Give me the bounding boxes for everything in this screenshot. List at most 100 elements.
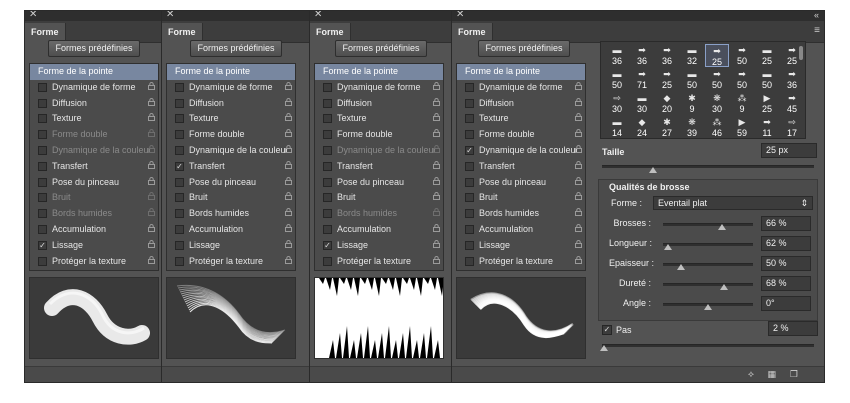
brush-tip[interactable]: ❋ 39 [680,116,704,138]
list-item-checkbox[interactable] [38,224,47,234]
param-slider[interactable] [663,283,753,286]
spacing-slider[interactable] [602,344,814,347]
list-item[interactable]: Dynamique de forme [167,80,295,96]
list-item[interactable]: Lissage [167,238,295,254]
list-item[interactable]: Bords humides [315,206,443,222]
param-slider[interactable] [663,243,753,246]
list-item-checkbox[interactable] [323,256,332,266]
list-item-checkbox[interactable] [175,114,184,124]
param-slider-knob[interactable] [720,284,729,290]
brush-tip[interactable]: ➡ 45 [780,92,804,115]
list-item-checkbox[interactable] [38,209,47,219]
list-item-checkbox[interactable] [38,98,47,108]
list-item[interactable]: Accumulation [167,222,295,238]
list-item-checkbox[interactable] [38,82,47,92]
param-input[interactable]: 62 % [761,236,811,251]
list-item[interactable]: Accumulation [30,222,158,238]
list-item[interactable]: Lissage [457,238,585,254]
brush-tip[interactable]: ➡ 36 [780,68,804,91]
lock-icon[interactable] [433,222,440,238]
list-item[interactable]: Transfert [315,159,443,175]
lock-icon[interactable] [148,238,155,254]
list-item[interactable]: Pose du pinceau [30,175,158,191]
size-input[interactable]: 25 px [761,143,817,158]
lock-icon[interactable] [433,175,440,191]
brush-tip[interactable]: ➡ 11 [755,116,779,138]
shape-select[interactable]: Eventail plat ⇕ [653,196,813,210]
param-slider-knob[interactable] [663,244,672,250]
list-item-brush-tip-shape[interactable]: Forme de la pointe [30,64,158,80]
list-item[interactable]: Dynamique de la couleur [30,143,158,159]
param-input[interactable]: 50 % [761,256,811,271]
brush-tip[interactable]: ➡ 50 [730,68,754,91]
brush-presets-button[interactable]: Formes prédéfinies [478,40,570,57]
brush-tip[interactable]: ▬ 50 [755,68,779,91]
brush-tip[interactable]: ➡ 25 [655,68,679,91]
lock-icon[interactable] [285,206,292,222]
list-item-checkbox[interactable] [175,130,184,140]
list-item-checkbox[interactable] [175,240,184,250]
lock-icon[interactable] [575,206,582,222]
list-item[interactable]: Pose du pinceau [167,175,295,191]
list-item-checkbox[interactable] [175,145,184,155]
list-item-checkbox[interactable]: ✓ [38,240,47,250]
lock-icon[interactable] [433,254,440,270]
list-item[interactable]: Protéger la texture [30,254,158,270]
list-item-checkbox[interactable] [175,209,184,219]
list-item[interactable]: ✓ Transfert [167,159,295,175]
list-item-checkbox[interactable] [38,145,47,155]
list-item[interactable]: Dynamique de forme [315,80,443,96]
brush-tip[interactable]: ▶ 25 [755,92,779,115]
list-item-checkbox[interactable] [175,193,184,203]
list-item-checkbox[interactable] [323,209,332,219]
lock-icon[interactable] [148,190,155,206]
list-item[interactable]: Diffusion [457,96,585,112]
list-item[interactable]: Transfert [30,159,158,175]
list-item[interactable]: Bruit [315,190,443,206]
list-item[interactable]: Dynamique de forme [30,80,158,96]
lock-icon[interactable] [575,190,582,206]
list-item-checkbox[interactable] [38,256,47,266]
lock-icon[interactable] [148,159,155,175]
list-item[interactable]: Accumulation [315,222,443,238]
brush-tip[interactable]: ▶ 59 [730,116,754,138]
lock-icon[interactable] [433,238,440,254]
brush-tip[interactable]: ➡ 71 [630,68,654,91]
lock-icon[interactable] [575,111,582,127]
list-item-checkbox[interactable] [323,82,332,92]
list-item-checkbox[interactable] [465,256,474,266]
list-item-checkbox[interactable] [323,193,332,203]
brush-tip[interactable]: ▬ 32 [680,44,704,67]
list-item-checkbox[interactable] [38,193,47,203]
lock-icon[interactable] [575,96,582,112]
lock-icon[interactable] [285,238,292,254]
list-item-checkbox[interactable] [465,161,474,171]
lock-icon[interactable] [575,127,582,143]
brush-tip[interactable]: ◆ 24 [630,116,654,138]
lock-icon[interactable] [148,254,155,270]
brush-tip[interactable]: ▬ 25 [755,44,779,67]
brush-tip[interactable]: ⁂ 46 [705,116,729,138]
list-item-checkbox[interactable] [465,224,474,234]
list-item-checkbox[interactable] [465,209,474,219]
list-item-checkbox[interactable] [323,177,332,187]
list-item[interactable]: ✓ Lissage [315,238,443,254]
size-slider[interactable] [602,165,814,168]
list-item[interactable]: Dynamique de forme [457,80,585,96]
list-item-checkbox[interactable] [175,177,184,187]
brush-tip[interactable]: ▬ 14 [605,116,629,138]
close-icon[interactable]: ✕ [166,11,174,21]
list-item-brush-tip-shape[interactable]: Forme de la pointe [315,64,443,80]
brush-presets-button[interactable]: Formes prédéfinies [335,40,427,57]
lock-icon[interactable] [285,111,292,127]
brush-tip[interactable]: ➡ 50 [730,44,754,67]
list-item[interactable]: Accumulation [457,222,585,238]
list-item-checkbox[interactable] [465,240,474,250]
list-item-checkbox[interactable] [465,98,474,108]
new-preset-icon[interactable]: ❐ [790,369,798,380]
list-item-checkbox[interactable] [323,130,332,140]
list-item[interactable]: Bruit [30,190,158,206]
close-icon[interactable]: ✕ [314,11,322,21]
spacing-input[interactable]: 2 % [768,321,818,336]
brush-tip[interactable]: ➡ 36 [655,44,679,67]
